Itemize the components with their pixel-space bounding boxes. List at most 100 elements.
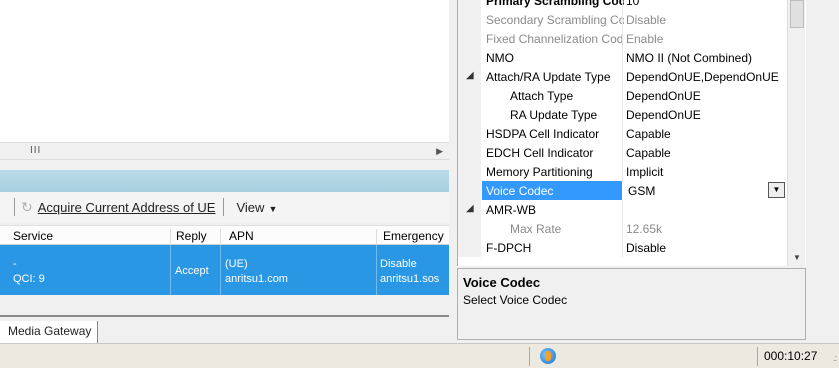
property-divider (622, 124, 623, 143)
property-row[interactable]: EDCH Cell Indicator Capable (458, 143, 789, 162)
chevron-down-icon: ▼ (268, 203, 278, 214)
column-header-service[interactable]: Service (13, 229, 53, 243)
property-row[interactable]: Memory Partitioning Implicit (458, 162, 789, 181)
property-name: EDCH Cell Indicator (486, 146, 594, 160)
property-name: RA Update Type (510, 108, 598, 122)
toolbar-separator (14, 198, 15, 216)
column-header-reply[interactable]: Reply (176, 229, 207, 243)
property-row[interactable]: Max Rate 12.65k (458, 219, 789, 238)
row-gutter (458, 10, 481, 29)
right-margin (806, 0, 839, 342)
property-name: Attach Type (510, 89, 574, 103)
property-divider (622, 0, 623, 10)
property-row[interactable]: Primary Scrambling Code 10 (458, 0, 789, 10)
row-gutter (458, 181, 481, 200)
property-divider (622, 162, 623, 181)
property-value: Disable (626, 13, 667, 27)
property-name: Primary Scrambling Code (486, 0, 624, 8)
collapse-icon[interactable]: ◢ (466, 70, 474, 81)
scroll-right-arrow-icon[interactable]: ▶ (436, 146, 443, 157)
grid-empty-area (0, 295, 449, 315)
property-row-selected[interactable]: Voice Codec GSM ▼ (458, 181, 789, 200)
property-divider (622, 238, 623, 257)
property-row[interactable]: ◢ Attach/RA Update Type DependOnUE,Depen… (458, 67, 789, 86)
property-name: Fixed Channelization Code (486, 32, 624, 46)
row-gutter (458, 162, 481, 181)
row-gutter (458, 86, 481, 105)
property-divider (622, 48, 623, 67)
property-value: DependOnUE (626, 89, 701, 103)
row-gutter (458, 0, 481, 10)
scroll-thumb[interactable] (790, 0, 804, 28)
property-row[interactable]: RA Update Type DependOnUE (458, 105, 789, 124)
property-row[interactable]: HSDPA Cell Indicator Capable (458, 124, 789, 143)
scroll-down-arrow-icon[interactable]: ▼ (793, 253, 801, 262)
row-gutter (458, 48, 481, 67)
cell-apn-line1: (UE) (225, 258, 248, 270)
property-value: DependOnUE (626, 108, 701, 122)
table-row[interactable]: - QCI: 9 Accept (UE) anritsu1.com Disabl… (0, 245, 449, 295)
scroll-thumb-grip[interactable]: III (30, 145, 41, 156)
property-row[interactable]: Secondary Scrambling Code Disable (458, 10, 789, 29)
property-row[interactable]: Fixed Channelization Code Enable (458, 29, 789, 48)
row-gutter (458, 105, 481, 124)
view-label: View (236, 199, 265, 215)
property-divider (622, 105, 623, 124)
vertical-scrollbar[interactable]: ▼ (787, 0, 805, 266)
tab-media-gateway[interactable]: Media Gateway (0, 321, 99, 343)
property-row[interactable]: ◢ AMR-WB (458, 200, 789, 219)
property-help-panel: Voice Codec Select Voice Codec (457, 268, 806, 340)
grid-header: Service Reply APN Emergency (0, 225, 449, 249)
property-divider (622, 143, 623, 162)
elapsed-time: 000:10:27 (764, 349, 818, 363)
column-header-emergency[interactable]: Emergency (383, 229, 444, 243)
panel-caption-band (0, 170, 449, 192)
row-gutter: ◢ (458, 200, 481, 219)
property-value: NMO II (Not Combined) (626, 51, 753, 65)
voice-codec-select[interactable]: GSM ▼ (626, 181, 786, 200)
toolbar: ↻ Acquire Current Address of UE View ▼ (0, 192, 449, 222)
row-gutter (458, 29, 481, 48)
property-divider (622, 219, 623, 238)
acquire-address-button[interactable]: Acquire Current Address of UE (38, 200, 216, 215)
property-name: Attach/RA Update Type (486, 70, 611, 84)
property-value: Disable (626, 241, 667, 255)
row-gutter (458, 219, 481, 238)
cell-divider (220, 245, 221, 295)
resize-grip-icon[interactable]: .: (833, 353, 837, 363)
dropdown-arrow-icon[interactable]: ▼ (768, 182, 785, 198)
property-divider (622, 67, 623, 86)
property-row[interactable]: NMO NMO II (Not Combined) (458, 48, 789, 67)
bottom-tab-strip: Media Gateway (0, 315, 449, 343)
property-grid: Primary Scrambling Code 10 Secondary Scr… (457, 0, 806, 266)
property-value: Implicit (626, 165, 664, 179)
cell-emergency-line1: Disable (380, 258, 417, 270)
help-title: Voice Codec (463, 275, 541, 290)
property-name: HSDPA Cell Indicator (486, 127, 600, 141)
property-value: Enable (626, 32, 664, 46)
refresh-icon: ↻ (21, 198, 33, 215)
column-header-apn[interactable]: APN (229, 229, 254, 243)
view-menu-button[interactable]: View ▼ (236, 200, 277, 215)
property-value: DependOnUE,DependOnUE (626, 70, 779, 84)
property-value: Capable (626, 146, 671, 160)
collapse-icon[interactable]: ◢ (466, 203, 474, 214)
row-gutter: ◢ (458, 67, 481, 86)
cell-apn-line2: anritsu1.com (225, 273, 288, 285)
cell-reply: Accept (175, 265, 209, 277)
property-value: Capable (626, 127, 671, 141)
cell-divider (170, 245, 171, 295)
status-bar: 000:10:27 .: (0, 343, 839, 368)
property-name: Memory Partitioning (486, 165, 593, 179)
property-name: NMO (486, 51, 514, 65)
horizontal-scrollbar[interactable]: III ▶ (0, 142, 449, 160)
property-name: Voice Codec (482, 181, 622, 200)
connection-status-icon (540, 348, 556, 364)
property-row[interactable]: Attach Type DependOnUE (458, 86, 789, 105)
status-separator (529, 347, 530, 366)
property-row[interactable]: F-DPCH Disable (458, 238, 789, 257)
help-description: Select Voice Codec (463, 293, 568, 307)
property-name: AMR-WB (486, 203, 536, 217)
cell-emergency-line2: anritsu1.sos (380, 273, 440, 285)
cell-service-line2: QCI: 9 (13, 273, 45, 285)
